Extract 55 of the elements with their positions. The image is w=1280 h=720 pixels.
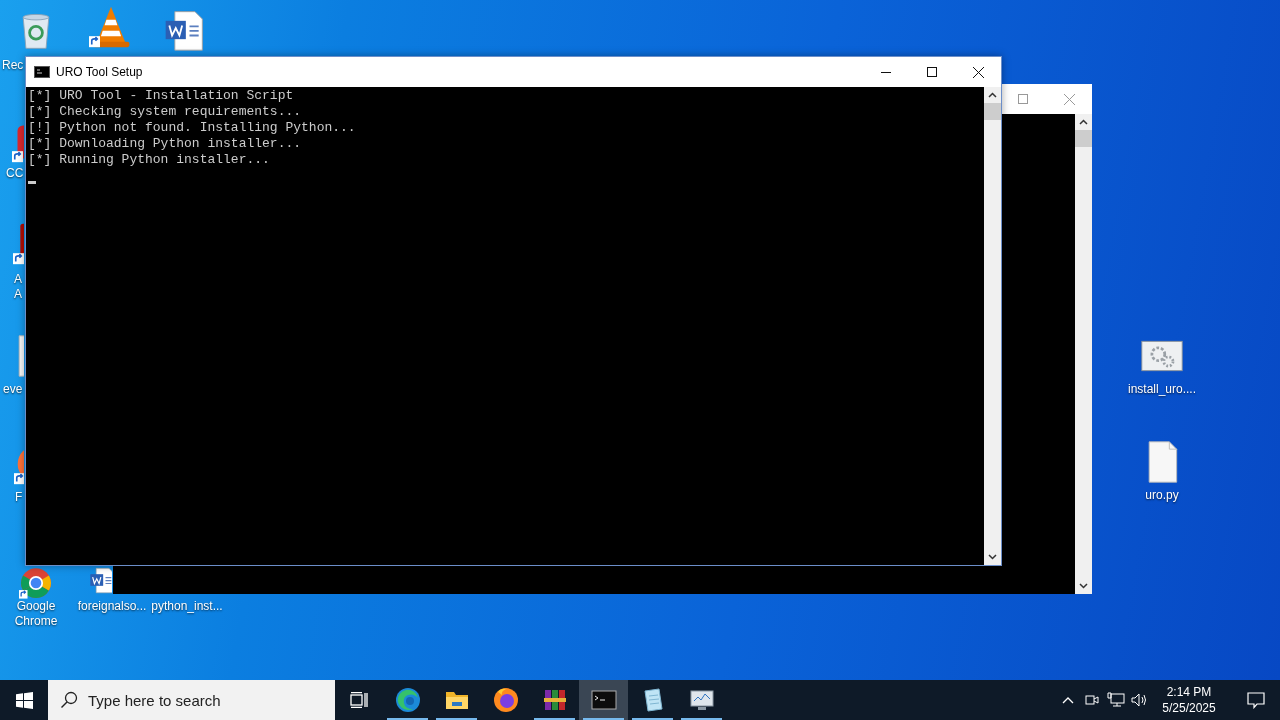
running-indicator xyxy=(583,718,624,720)
speaker-icon xyxy=(1131,692,1149,708)
terminal-icon xyxy=(34,66,50,78)
desktop-icon-label[interactable]: CC xyxy=(6,166,24,181)
scroll-down-icon[interactable] xyxy=(988,554,997,560)
console-line: [*] Downloading Python installer... xyxy=(28,136,303,152)
search-field[interactable]: Type here to search xyxy=(48,680,335,720)
scrollbar[interactable] xyxy=(984,87,1001,565)
running-indicator xyxy=(681,718,722,720)
terminal-icon xyxy=(590,687,617,713)
close-icon xyxy=(972,66,984,78)
desktop-icon-label[interactable]: Rec xyxy=(2,58,24,73)
browser-icon xyxy=(492,687,519,713)
network-icon xyxy=(1107,692,1125,708)
desktop-icon-label[interactable]: python_inst... xyxy=(149,599,225,614)
desktop-icon-label[interactable]: foreignalso... xyxy=(72,599,152,614)
windows-logo-icon xyxy=(15,691,33,709)
books-icon xyxy=(541,687,568,713)
taskbar-app-button[interactable] xyxy=(579,680,628,720)
scroll-up-icon[interactable] xyxy=(988,92,997,98)
speech-bubble-icon xyxy=(1247,691,1265,709)
browser-icon[interactable] xyxy=(19,566,53,600)
document-icon[interactable] xyxy=(88,566,112,594)
running-indicator xyxy=(632,718,673,720)
close-icon xyxy=(1063,93,1075,105)
scroll-up-icon[interactable] xyxy=(1079,119,1088,125)
clock-date[interactable]: 5/25/2025 xyxy=(1162,700,1216,716)
running-indicator xyxy=(436,718,477,720)
chevron-up-icon xyxy=(1062,696,1074,704)
desktop-icon-label[interactable]: A A xyxy=(14,272,24,302)
console-line: [*] Checking system requirements... xyxy=(28,104,303,120)
minimize-icon xyxy=(881,71,891,73)
desktop-icon-label[interactable]: eve xyxy=(3,382,24,397)
scrollbar-thumb[interactable] xyxy=(984,103,1001,120)
desktop-icon-label[interactable]: Google Chrome xyxy=(0,599,72,629)
scrollbar-thumb[interactable] xyxy=(1075,130,1092,147)
running-indicator xyxy=(534,718,575,720)
camera-icon xyxy=(1085,692,1099,708)
console-line: [*] URO Tool - Installation Script xyxy=(28,88,295,104)
clock-time[interactable]: 2:14 PM xyxy=(1166,684,1212,700)
task-view-icon xyxy=(350,692,368,708)
desktop-icon-label[interactable]: install_uro.... xyxy=(1122,382,1202,397)
running-indicator xyxy=(387,718,428,720)
window-title: URO Tool Setup xyxy=(56,65,143,79)
maximize-icon xyxy=(927,67,937,77)
console-line: [!] Python not found. Installing Python... xyxy=(28,120,357,136)
search-icon xyxy=(60,691,78,709)
console-line: [*] Running Python installer... xyxy=(28,152,271,168)
desktop-icon-label[interactable]: F xyxy=(15,490,24,505)
desktop-icon-label[interactable]: uro.py xyxy=(1122,488,1202,503)
maximize-icon xyxy=(1018,94,1028,104)
monitor-icon xyxy=(688,687,715,713)
scroll-down-icon[interactable] xyxy=(1079,583,1088,589)
browser-icon xyxy=(394,687,421,713)
scrollbar[interactable] xyxy=(1075,114,1092,594)
